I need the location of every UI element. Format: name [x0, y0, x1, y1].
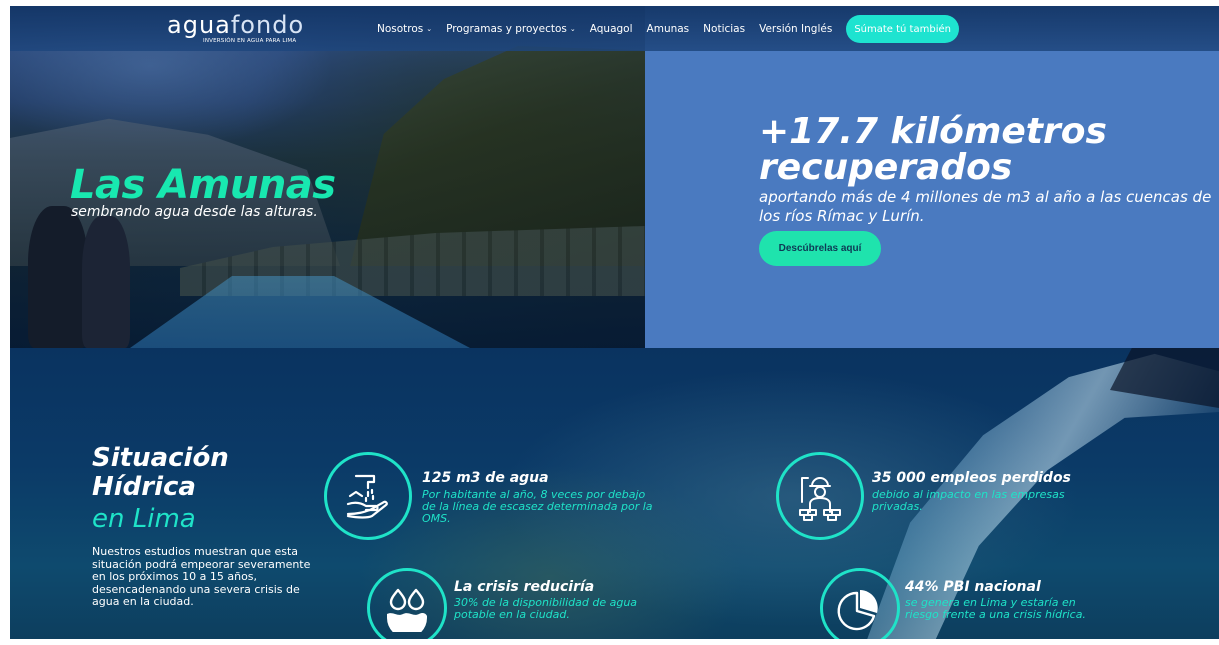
stat-title: 44% PBI nacional: [905, 579, 1041, 595]
stat-title: 125 m3 de agua: [422, 470, 549, 486]
stat-circle: [776, 452, 864, 540]
hero-title: Las Amunas: [70, 162, 336, 208]
nav-item-amunas[interactable]: Amunas: [647, 23, 690, 35]
section-body: Nuestros estudios muestran que esta situ…: [92, 545, 311, 608]
nav-item-programas[interactable]: Programas y proyectos ⌄: [446, 23, 576, 35]
panel-headline: +17.7 kilómetros recuperados: [759, 111, 1107, 188]
water-situation-section: Situación Hídrica en Lima Nuestros estud…: [10, 348, 1219, 639]
hero-stats-panel: +17.7 kilómetros recuperados aportando m…: [645, 6, 1219, 348]
stat-description: debido al impacto en las empresas privad…: [872, 488, 1065, 513]
logo-tagline: INVERSIÓN EN AGUA PARA LIMA: [203, 38, 297, 44]
stat-title: La crisis reduciría: [454, 579, 595, 595]
water-drops-icon: [387, 588, 427, 632]
construction-worker-icon: [799, 477, 841, 521]
nav-item-nosotros[interactable]: Nosotros ⌄: [377, 23, 432, 35]
nav-item-version-ingles[interactable]: Versión Inglés: [759, 23, 832, 35]
site-header: aguafondo INVERSIÓN EN AGUA PARA LIMA No…: [10, 6, 1219, 51]
hero-background-photo: Las Amunas sembrando agua desde las altu…: [10, 6, 645, 348]
panel-description: aportando más de 4 millones de m3 al año…: [759, 188, 1212, 225]
discover-button[interactable]: Descúbrelas aquí: [759, 231, 881, 266]
stat-circle: [820, 568, 900, 639]
chevron-down-icon: ⌄: [569, 25, 576, 33]
stat-circle: [367, 568, 447, 639]
logo-wordmark: aguafondo: [167, 11, 305, 39]
pie-chart-icon: [837, 590, 878, 631]
stat-title: 35 000 empleos perdidos: [872, 470, 1071, 486]
logo[interactable]: aguafondo INVERSIÓN EN AGUA PARA LIMA: [167, 12, 304, 44]
stat-crisis-reduction: La crisis reduciría 30% de la disponibil…: [367, 568, 687, 639]
stat-water-per-capita: 125 m3 de agua Por habitante al año, 8 v…: [324, 452, 664, 544]
hero-subtitle: sembrando agua desde las alturas.: [71, 204, 318, 220]
join-us-button[interactable]: Súmate tú también: [846, 15, 959, 43]
stat-description: 30% de la disponibilidad de agua potable…: [454, 596, 638, 621]
stat-circle: [324, 452, 412, 540]
nav-item-aquagol[interactable]: Aquagol: [590, 23, 633, 35]
stat-jobs-lost: 35 000 empleos perdidos debido al impact…: [776, 452, 1116, 544]
stat-description: se genera en Lima y estaría en riesgo fr…: [905, 596, 1086, 621]
hand-washing-icon: [346, 474, 388, 519]
page-frame: Las Amunas sembrando agua desde las altu…: [10, 6, 1219, 639]
nav-item-noticias[interactable]: Noticias: [703, 23, 745, 35]
stat-description: Por habitante al año, 8 veces por debajo…: [422, 488, 653, 525]
hiker-figure: [82, 216, 130, 348]
section-title: Situación Hídrica: [92, 443, 229, 502]
stat-gdp-share: 44% PBI nacional se genera en Lima y est…: [820, 568, 1140, 639]
main-nav: Nosotros ⌄ Programas y proyectos ⌄ Aquag…: [377, 15, 959, 43]
section-subtitle: en Lima: [92, 504, 196, 534]
chevron-down-icon: ⌄: [426, 25, 433, 33]
hiker-figure: [28, 206, 88, 348]
